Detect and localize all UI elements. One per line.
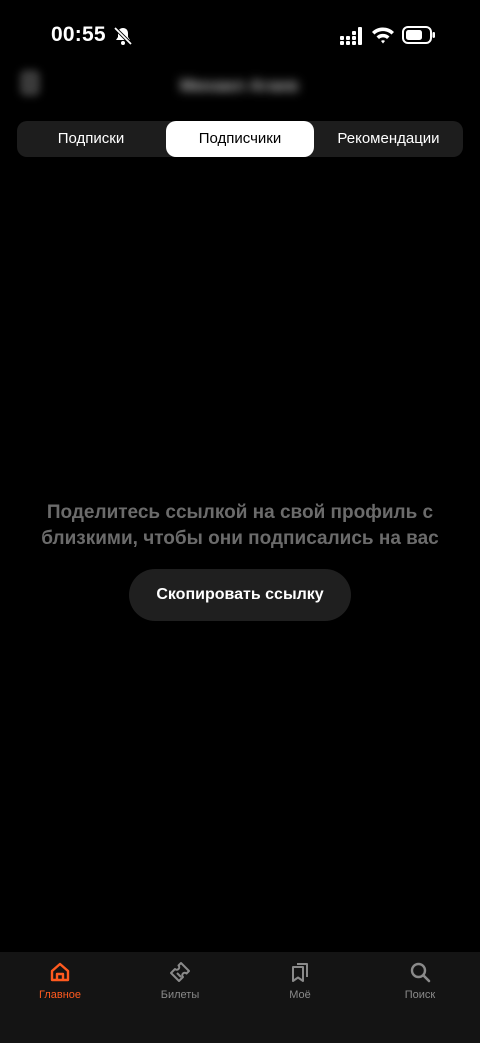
tab-subscribers[interactable]: Подписчики: [166, 121, 314, 157]
empty-state-message: Поделитесь ссылкой на свой профиль с бли…: [20, 500, 460, 552]
search-icon: [410, 962, 431, 983]
status-bar: 00:55: [0, 0, 480, 70]
empty-state-line-2: близкими, чтобы они подписались на вас: [41, 528, 439, 549]
battery-icon: [402, 26, 435, 44]
signal-icon: [340, 27, 362, 45]
status-time: 00:55: [51, 23, 106, 46]
bottom-nav: Главное Билеты Моё Поиск: [0, 952, 480, 1043]
nav-item-home[interactable]: Главное: [0, 952, 120, 1022]
copy-link-button[interactable]: Скопировать ссылку: [129, 569, 351, 621]
nav-label-mine: Моё: [289, 989, 311, 1001]
tab-subscriptions[interactable]: Подписки: [17, 121, 165, 157]
nav-label-home: Главное: [38, 989, 82, 1001]
nav-label-tickets: Билеты: [160, 989, 200, 1001]
nav-item-mine[interactable]: Моё: [240, 952, 360, 1022]
back-icon[interactable]: [20, 70, 40, 96]
nav-item-tickets[interactable]: Билеты: [120, 952, 240, 1022]
home-icon: [50, 962, 70, 982]
ticket-icon: [170, 962, 190, 982]
segmented-tabs: Подписки Подписчики Рекомендации: [17, 121, 463, 157]
nav-item-search[interactable]: Поиск: [360, 952, 480, 1022]
nav-label-search: Поиск: [404, 989, 436, 1001]
empty-state-line-1: Поделитесь ссылкой на свой профиль с: [46, 502, 434, 523]
bell-off-icon: [113, 26, 133, 46]
wifi-icon: [372, 27, 394, 44]
page-title: Михаил Агаев: [180, 76, 299, 95]
tab-recommendations[interactable]: Рекомендации: [314, 121, 463, 157]
bookmark-icon: [292, 963, 308, 982]
